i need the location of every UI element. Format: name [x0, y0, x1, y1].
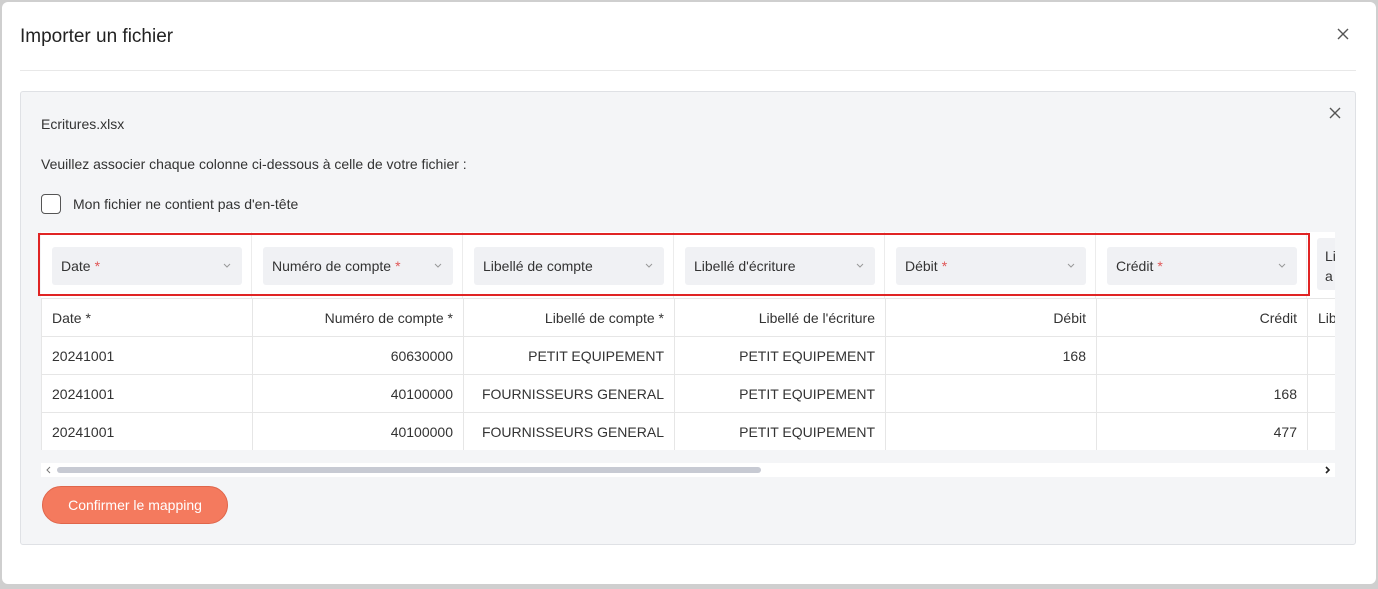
required-marker: * [395, 258, 401, 274]
mapping-panel: Ecritures.xlsx Veuillez associer chaque … [20, 91, 1356, 545]
column-header: Libellé de l'écriture [674, 298, 886, 337]
table-cell: 168 [1096, 374, 1308, 413]
required-marker: * [94, 258, 101, 274]
table-cell [1096, 336, 1308, 375]
column-mapping-row: Date * Numéro de compte * Libellé de com… [41, 232, 1335, 298]
table-cell: 20241001 [41, 412, 253, 450]
table-row: 20241001 60630000 PETIT EQUIPEMENT PETIT… [41, 336, 1335, 375]
file-name: Ecritures.xlsx [41, 116, 125, 132]
table-cell: 477 [1096, 412, 1308, 450]
preview-table: Date * Numéro de compte * Libellé de com… [41, 298, 1335, 450]
mapping-grid: Date * Numéro de compte * Libellé de com… [41, 232, 1335, 450]
chevron-down-icon [223, 263, 231, 268]
table-row: 20241001 40100000 FOURNISSEURS GENERAL P… [41, 412, 1335, 450]
mapping-select-label: Libellé d'écriture [694, 258, 796, 274]
table-cell [1307, 374, 1335, 413]
close-icon[interactable] [1335, 26, 1351, 42]
mapping-select-label: Li [1325, 248, 1335, 264]
table-cell: FOURNISSEURS GENERAL [463, 374, 675, 413]
no-header-label: Mon fichier ne contient pas d'en-tête [73, 196, 299, 212]
import-file-modal: Importer un fichier Ecritures.xlsx Veuil… [2, 2, 1376, 584]
mapping-select-label: Date [61, 258, 91, 274]
mapping-select-label: Crédit [1116, 258, 1154, 274]
horizontal-scrollbar[interactable] [41, 463, 1335, 477]
required-marker: * [941, 258, 948, 274]
mapping-cell: Li a [1307, 232, 1335, 298]
table-cell: PETIT EQUIPEMENT [463, 336, 675, 375]
required-marker: * [1157, 258, 1163, 274]
mapping-select-account-label[interactable]: Libellé de compte [474, 247, 664, 285]
column-header: Date * [41, 298, 253, 337]
table-cell: 168 [885, 336, 1097, 375]
table-cell [885, 374, 1097, 413]
mapping-cell: Date * [41, 232, 252, 298]
chevron-left-icon[interactable] [45, 466, 53, 474]
table-cell: 40100000 [252, 374, 464, 413]
scrollbar-thumb[interactable] [57, 467, 761, 473]
table-cell: 20241001 [41, 336, 253, 375]
chevron-down-icon [434, 263, 442, 268]
no-header-checkbox[interactable] [41, 194, 61, 214]
table-cell [1307, 336, 1335, 375]
table-row: 20241001 40100000 FOURNISSEURS GENERAL P… [41, 374, 1335, 413]
remove-file-close-icon[interactable] [1328, 106, 1342, 120]
mapping-select-account-number[interactable]: Numéro de compte * [263, 247, 453, 285]
modal-title: Importer un fichier [20, 26, 174, 47]
table-cell [1307, 412, 1335, 450]
table-cell: 20241001 [41, 374, 253, 413]
mapping-select-date[interactable]: Date * [52, 247, 242, 285]
mapping-select-label: Débit [905, 258, 938, 274]
mapping-select-partial[interactable]: Li a [1317, 238, 1335, 290]
table-cell: FOURNISSEURS GENERAL [463, 412, 675, 450]
table-cell: PETIT EQUIPEMENT [674, 412, 886, 450]
chevron-down-icon [856, 263, 864, 268]
mapping-instruction: Veuillez associer chaque colonne ci-dess… [41, 156, 467, 172]
header-divider [20, 70, 1356, 71]
column-header: Débit [885, 298, 1097, 337]
table-cell: 60630000 [252, 336, 464, 375]
mapping-select-credit[interactable]: Crédit * [1107, 247, 1297, 285]
table-cell: PETIT EQUIPEMENT [674, 374, 886, 413]
mapping-cell: Libellé d'écriture [674, 232, 885, 298]
column-header: Lib [1307, 298, 1335, 337]
chevron-down-icon [1278, 263, 1286, 268]
table-cell: 40100000 [252, 412, 464, 450]
column-header: Crédit [1096, 298, 1308, 337]
confirm-mapping-button[interactable]: Confirmer le mapping [42, 486, 228, 524]
column-header: Numéro de compte * [252, 298, 464, 337]
modal-header: Importer un fichier [2, 2, 1376, 72]
column-header: Libellé de compte * [463, 298, 675, 337]
mapping-select-debit[interactable]: Débit * [896, 247, 1086, 285]
mapping-cell: Débit * [885, 232, 1096, 298]
mapping-select-label: a [1325, 268, 1333, 284]
mapping-select-entry-label[interactable]: Libellé d'écriture [685, 247, 875, 285]
table-header-row: Date * Numéro de compte * Libellé de com… [41, 298, 1335, 337]
table-cell [885, 412, 1097, 450]
chevron-down-icon [1067, 263, 1075, 268]
no-header-option[interactable]: Mon fichier ne contient pas d'en-tête [41, 193, 298, 215]
table-cell: PETIT EQUIPEMENT [674, 336, 886, 375]
mapping-select-label: Numéro de compte [272, 258, 392, 274]
mapping-select-label: Libellé de compte [483, 258, 593, 274]
chevron-down-icon [645, 263, 653, 268]
chevron-right-icon[interactable] [1323, 466, 1331, 474]
mapping-cell: Libellé de compte [463, 232, 674, 298]
mapping-cell: Crédit * [1096, 232, 1307, 298]
mapping-cell: Numéro de compte * [252, 232, 463, 298]
